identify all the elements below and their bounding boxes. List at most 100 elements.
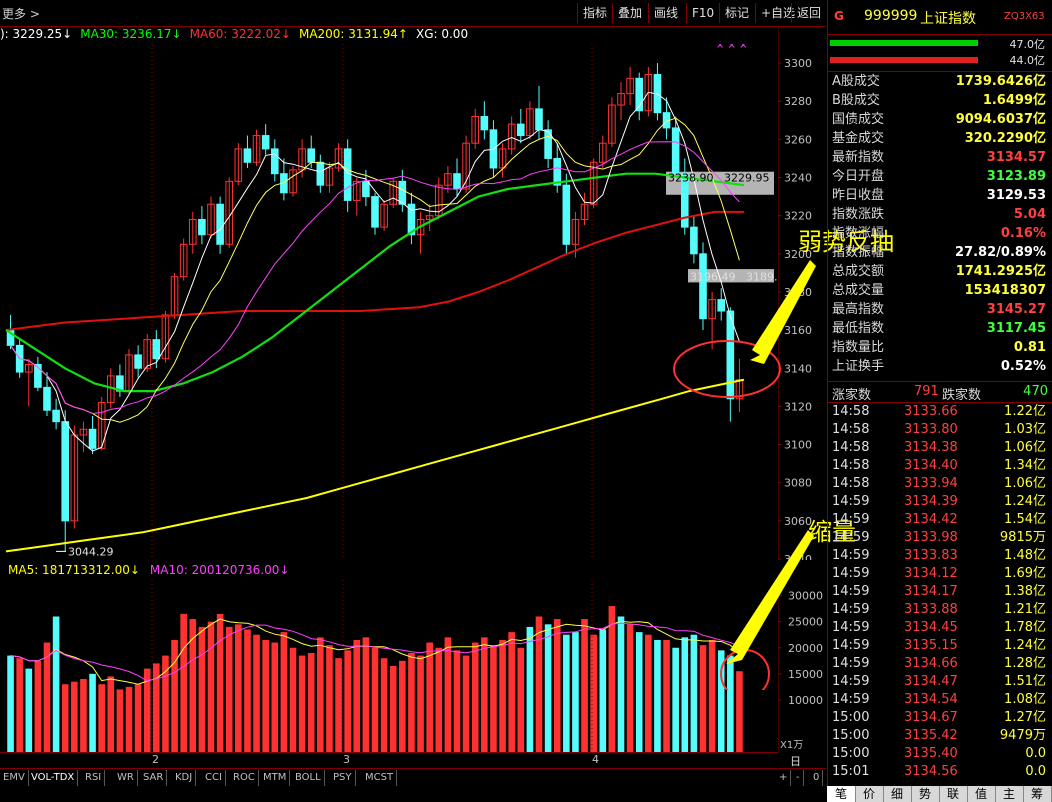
panel-tab[interactable]: 笔	[827, 786, 856, 802]
volume-bar	[34, 660, 42, 752]
tick-price: 3134.45	[904, 620, 958, 635]
tick-time: 14:58	[832, 422, 870, 437]
volume-bar	[444, 637, 452, 752]
tick-time: 15:00	[832, 728, 870, 743]
candle-body	[562, 184, 571, 245]
tick-volume: 1.24亿	[1004, 638, 1046, 653]
volume-bar	[125, 686, 133, 752]
tick-time: 14:59	[832, 656, 870, 671]
candle-body	[371, 196, 379, 228]
stat-row: 今日开盘 3123.89	[828, 167, 1050, 186]
indicator-tab-emv[interactable]: EMV	[0, 770, 29, 786]
volume-bar	[335, 658, 342, 752]
more-menu[interactable]: 更多 >	[2, 5, 40, 22]
tick-price: 3133.66	[904, 404, 958, 419]
volume-bar	[563, 634, 570, 752]
tick-volume: 0.0	[1025, 764, 1046, 779]
volume-bar	[43, 642, 51, 752]
ma200-line	[5, 378, 745, 553]
candle-body	[198, 218, 206, 236]
panel-tab[interactable]: 主	[995, 786, 1024, 802]
date-label: 2	[152, 753, 159, 766]
up-ratio-bar	[830, 40, 978, 46]
stat-value: 3145.27	[986, 302, 1046, 317]
volume-bar	[590, 634, 597, 752]
draw-line-button[interactable]: 画线	[648, 3, 683, 23]
tick-row: 14:59 3134.54 1.08亿	[828, 691, 1050, 709]
volume-bar	[380, 658, 388, 752]
stat-row: 最新指数 3134.57	[828, 148, 1050, 167]
tick-time: 14:59	[832, 620, 870, 635]
indicator-nav-button[interactable]: 0	[810, 770, 824, 786]
indicator-tab-roc[interactable]: ROC	[230, 770, 259, 786]
overlay-button[interactable]: 叠加	[612, 3, 647, 23]
tick-row: 14:58 3133.80 1.03亿	[828, 421, 1050, 439]
gap-label-upper-right: 3229.95	[724, 172, 770, 185]
top-toolbar: 更多 > 指标 叠加 画线 F10 标记 +自选 返回	[0, 0, 826, 27]
stat-value: 9094.6037亿	[955, 112, 1046, 127]
indicator-tab-mtm[interactable]: MTM	[260, 770, 291, 786]
tick-volume: 1.21亿	[1004, 602, 1046, 617]
tick-row: 14:58 3134.40 1.34亿	[828, 457, 1050, 475]
ma-legend-item: ): 3229.25↓	[0, 27, 73, 41]
back-button[interactable]: 返回	[791, 3, 826, 23]
indicator-nav-button[interactable]: +	[776, 770, 792, 786]
mark-button[interactable]: 标记	[719, 3, 754, 23]
tick-time: 14:59	[832, 674, 870, 689]
tick-row: 14:59 3134.47 1.51亿	[828, 673, 1050, 691]
stat-label: 最新指数	[832, 150, 885, 165]
stat-row: 指数涨幅 0.16%	[828, 224, 1050, 243]
panel-tab[interactable]: 价	[855, 786, 884, 802]
indicator-nav-button[interactable]: -	[793, 770, 804, 786]
volume-bar	[61, 684, 69, 752]
indicator-tab-boll[interactable]: BOLL	[292, 770, 325, 786]
stat-label: 基金成交	[832, 131, 885, 146]
tick-price: 3133.80	[904, 422, 958, 437]
tick-row: 15:01 3134.56 0.0	[828, 763, 1050, 781]
panel-tab[interactable]: 值	[967, 786, 996, 802]
tick-volume: 1.28亿	[1004, 656, 1046, 671]
indicator-tab-mcst[interactable]: MCST	[362, 770, 398, 786]
indicator-button[interactable]: 指标	[577, 3, 612, 23]
indicator-tab-psy[interactable]: PSY	[330, 770, 356, 786]
tick-price: 3133.83	[904, 548, 958, 563]
tick-volume: 1.24亿	[1004, 494, 1046, 509]
volume-bar	[89, 673, 96, 752]
tick-list[interactable]: 14:58 3133.66 1.22亿 14:58 3133.80 1.03亿 14:58 3…	[828, 403, 1052, 783]
tick-time: 14:58	[832, 458, 870, 473]
tick-time: 14:59	[832, 602, 870, 617]
ma-legend-item: MA200: 3131.94↑	[298, 27, 408, 41]
indicator-tab-vol-tdx[interactable]: VOL-TDX	[28, 770, 79, 786]
panel-tab[interactable]: 联	[939, 786, 968, 802]
stat-row: 昨日收盘 3129.53	[828, 186, 1050, 205]
tick-price: 3133.98	[904, 530, 958, 545]
panel-tab[interactable]: 势	[911, 786, 940, 802]
indicator-tab-rsi[interactable]: RSI	[82, 770, 106, 786]
tick-row: 14:59 3134.42 1.54亿	[828, 511, 1050, 529]
tick-price: 3134.67	[904, 710, 958, 725]
highlight-circle-volume	[720, 649, 770, 690]
indicator-tab-cci[interactable]: CCI	[202, 770, 226, 786]
tick-volume: 1.27亿	[1004, 710, 1046, 725]
breadth-row: 涨家数 791 跌家数 470	[828, 381, 1052, 403]
stat-row: 国债成交 9094.6037亿	[828, 110, 1050, 129]
stat-label: 指数振幅	[832, 245, 885, 260]
up-ratio-value: 47.0亿	[1009, 38, 1046, 51]
volume-bar	[207, 621, 215, 752]
tick-volume: 1.78亿	[1004, 620, 1046, 635]
f10-button[interactable]: F10	[686, 3, 719, 23]
indicator-tab-sar[interactable]: SAR	[140, 770, 168, 786]
indicator-tab-wr[interactable]: WR	[114, 770, 138, 786]
volume-bar	[52, 616, 60, 752]
decliners-count: 470	[1023, 384, 1048, 399]
volume-bar	[553, 619, 561, 752]
tick-volume: 1.38亿	[1004, 584, 1046, 599]
volume-bar	[317, 637, 324, 752]
panel-tab[interactable]: 细	[883, 786, 912, 802]
tick-time: 14:58	[832, 476, 870, 491]
tick-time: 14:59	[832, 584, 870, 599]
candle-body	[43, 386, 51, 411]
panel-tab[interactable]: 筹	[1023, 786, 1052, 802]
indicator-tab-kdj[interactable]: KDJ	[172, 770, 197, 786]
volume-bar	[526, 626, 534, 752]
